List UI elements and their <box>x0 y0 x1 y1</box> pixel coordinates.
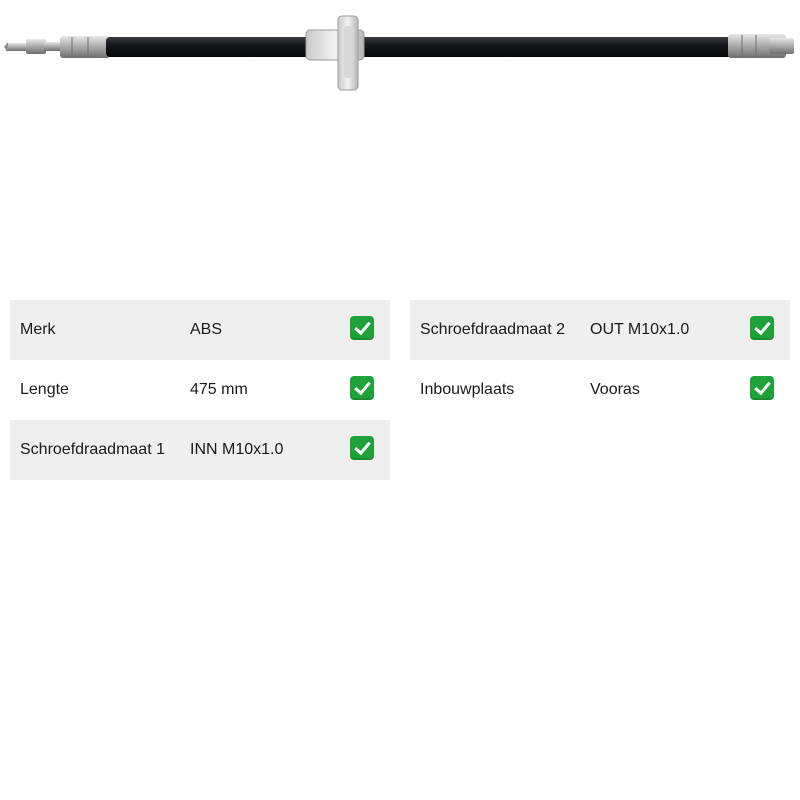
spec-label: Schroefdraadmaat 2 <box>420 321 565 338</box>
brake-hose-icon <box>4 15 794 91</box>
check-icon <box>750 376 774 400</box>
check-icon <box>750 316 774 340</box>
spec-label: Inbouwplaats <box>420 381 515 398</box>
spec-table-right: Schroefdraadmaat 2 OUT M10x1.0 Inbouwpla… <box>410 300 790 420</box>
check-icon <box>350 436 374 460</box>
spec-label: Merk <box>20 321 56 338</box>
spec-table-left: Merk ABS Lengte 475 mm Schroefdraadmaat … <box>10 300 390 480</box>
spec-value: ABS <box>190 321 223 338</box>
spec-row-inbouwplaats: Inbouwplaats Vooras <box>410 360 790 420</box>
spec-value: 475 mm <box>190 381 248 398</box>
spec-label: Lengte <box>20 381 69 398</box>
spec-value: Vooras <box>590 381 640 398</box>
spec-row-merk: Merk ABS <box>10 300 390 360</box>
check-icon <box>350 376 374 400</box>
check-icon <box>350 316 374 340</box>
spec-value: INN M10x1.0 <box>190 441 284 458</box>
spec-value: OUT M10x1.0 <box>590 321 690 338</box>
spec-row-lengte: Lengte 475 mm <box>10 360 390 420</box>
spec-row-schroefdraadmaat-2: Schroefdraadmaat 2 OUT M10x1.0 <box>410 300 790 360</box>
spec-row-schroefdraadmaat-1: Schroefdraadmaat 1 INN M10x1.0 <box>10 420 390 480</box>
spec-label: Schroefdraadmaat 1 <box>20 441 165 458</box>
